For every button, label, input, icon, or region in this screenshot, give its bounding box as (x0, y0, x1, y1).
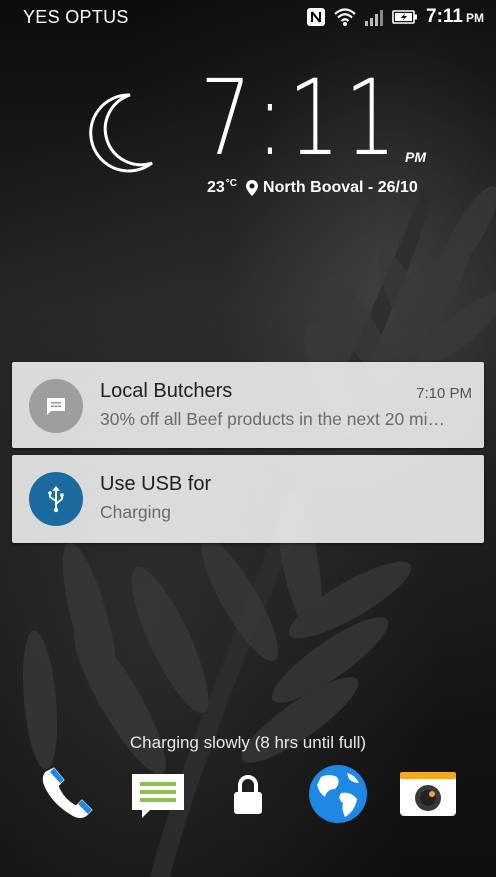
notification-avatar (29, 379, 83, 433)
clock-time[interactable]: 7:11 (200, 66, 401, 170)
notification-local-butchers[interactable]: Local Butchers 7:10 PM 30% off all Beef … (12, 362, 484, 448)
nfc-icon (307, 8, 326, 26)
notification-title: Use USB for (100, 473, 212, 495)
notification-usb[interactable]: Use USB for Charging (12, 455, 484, 543)
status-icons: 7:11 PM (306, 6, 484, 28)
notification-time: 7:10 PM (416, 385, 472, 402)
notification-avatar (29, 472, 83, 526)
weather-location-row[interactable]: 23 °C North Booval - 26/10 (207, 177, 418, 197)
message-icon (47, 398, 65, 415)
temperature: 23 (207, 179, 225, 196)
camera-icon[interactable] (396, 762, 460, 826)
messages-icon[interactable] (126, 762, 190, 826)
notification-title: Local Butchers (100, 380, 233, 402)
dock (0, 762, 496, 826)
charging-status: Charging slowly (8 hrs until full) (129, 733, 367, 752)
status-time: 7:11 (426, 6, 463, 27)
clock-ampm: PM (405, 149, 426, 165)
notification-text: 30% off all Beef products in the next 20… (100, 409, 446, 429)
browser-globe-icon[interactable] (306, 762, 370, 826)
phone-icon[interactable] (36, 762, 100, 826)
battery-charging-icon (392, 10, 418, 24)
carrier-name: YES OPTUS (23, 7, 129, 27)
status-ampm: PM (466, 11, 484, 25)
lock-icon[interactable] (216, 762, 280, 826)
usb-icon (48, 486, 64, 513)
temperature-unit: °C (225, 177, 238, 189)
location-date: North Booval - 26/10 (263, 179, 418, 196)
status-bar[interactable]: YES OPTUS 7:11 PM (0, 0, 496, 34)
location-pin-icon (246, 180, 259, 196)
notification-text: Charging (100, 502, 172, 522)
moon-icon (89, 93, 153, 173)
wifi-icon (334, 8, 356, 26)
signal-icon (365, 10, 384, 26)
